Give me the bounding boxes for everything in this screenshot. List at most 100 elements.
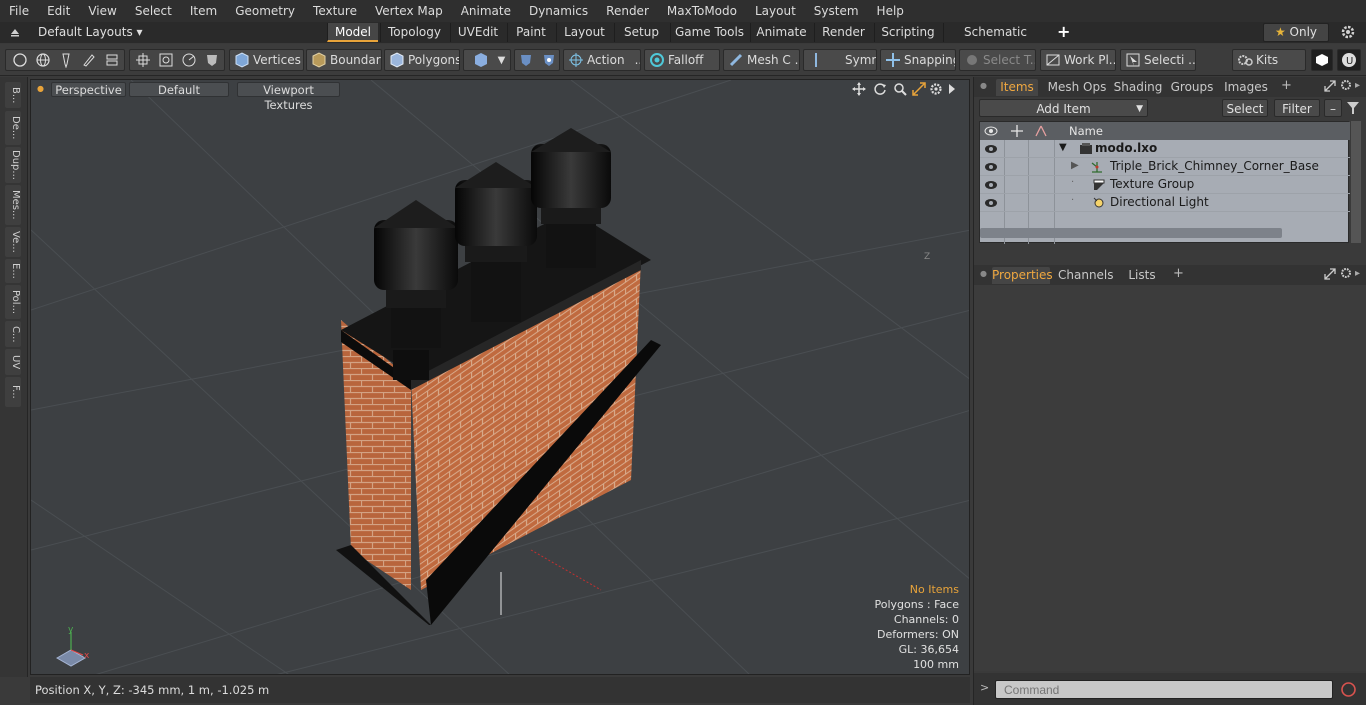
- viewport-expand-icon[interactable]: [947, 83, 957, 95]
- layout-selector[interactable]: Default Layouts ▾: [38, 25, 143, 39]
- list-item[interactable]: · Texture Group: [980, 176, 1350, 194]
- panel-menu-icon[interactable]: ▸: [1355, 80, 1360, 91]
- tab-paint[interactable]: Paint: [507, 23, 554, 42]
- layers-icon[interactable]: [104, 52, 120, 68]
- shield-check-icon[interactable]: [518, 52, 534, 68]
- pen-icon[interactable]: [58, 52, 74, 69]
- horizontal-scrollbar[interactable]: [980, 228, 1282, 238]
- command-input[interactable]: [995, 680, 1333, 699]
- tab-topology[interactable]: Topology: [380, 23, 448, 42]
- rotate-view-icon[interactable]: [873, 82, 887, 96]
- filter-button[interactable]: Filter: [1274, 99, 1320, 117]
- globe-icon[interactable]: [35, 52, 51, 68]
- menu-view[interactable]: View: [79, 4, 125, 18]
- only-button[interactable]: ★ Only: [1263, 23, 1329, 42]
- brush-icon[interactable]: [81, 52, 97, 68]
- viewport-dot-icon[interactable]: ●: [37, 84, 45, 93]
- tab-images[interactable]: Images: [1220, 79, 1272, 96]
- polygons-button[interactable]: Polygons: [384, 49, 460, 71]
- viewport-gear-icon[interactable]: [929, 82, 943, 96]
- menu-help[interactable]: Help: [868, 4, 913, 18]
- menu-item[interactable]: Item: [181, 4, 226, 18]
- select-through-button[interactable]: Select T...: [959, 49, 1036, 71]
- left-tab-edge[interactable]: E...: [5, 259, 21, 283]
- tab-layout[interactable]: Layout: [556, 23, 612, 42]
- work-plane-button[interactable]: Work Pl...: [1040, 49, 1116, 71]
- menu-animate[interactable]: Animate: [452, 4, 520, 18]
- panel-maximize-icon[interactable]: [1324, 80, 1336, 92]
- layout-up-icon[interactable]: [8, 25, 22, 39]
- viewport-textures-dropdown[interactable]: Viewport Textures: [237, 82, 340, 112]
- tab-uvedit[interactable]: UVEdit: [450, 23, 505, 42]
- pie-icon[interactable]: [181, 52, 197, 68]
- crosshair-icon[interactable]: [135, 52, 151, 68]
- menu-vertex-map[interactable]: Vertex Map: [366, 4, 452, 18]
- record-icon[interactable]: [1340, 681, 1357, 698]
- tab-groups[interactable]: Groups: [1168, 79, 1216, 96]
- tab-render[interactable]: Render: [814, 23, 872, 42]
- left-tab-polygon[interactable]: Pol...: [5, 285, 21, 319]
- list-item[interactable]: ▼ modo.lxo: [980, 140, 1350, 158]
- panel-gear-icon[interactable]: [1340, 79, 1352, 91]
- menu-texture[interactable]: Texture: [304, 4, 366, 18]
- action-button[interactable]: Action...: [563, 49, 641, 71]
- shading-dropdown[interactable]: Default: [129, 82, 229, 97]
- shield-gear-icon[interactable]: [541, 52, 557, 68]
- kits-button[interactable]: Kits: [1232, 49, 1306, 71]
- left-tab-mesh-edit[interactable]: Mes...: [5, 185, 21, 225]
- tab-model[interactable]: Model: [327, 23, 378, 42]
- tab-game-tools[interactable]: Game Tools: [670, 23, 748, 42]
- eye-icon[interactable]: [984, 179, 998, 191]
- unreal-icon[interactable]: U: [1337, 49, 1361, 71]
- add-tab-button[interactable]: +: [1057, 22, 1070, 41]
- eye-icon[interactable]: [984, 161, 998, 173]
- menu-dynamics[interactable]: Dynamics: [520, 4, 597, 18]
- tab-lists[interactable]: Lists: [1122, 267, 1162, 284]
- zoom-view-icon[interactable]: [893, 82, 907, 96]
- eye-icon[interactable]: [984, 197, 998, 209]
- left-tab-basic[interactable]: B...: [5, 82, 21, 108]
- menu-edit[interactable]: Edit: [38, 4, 79, 18]
- panel-maximize-icon[interactable]: [1324, 268, 1336, 280]
- tab-channels[interactable]: Channels: [1058, 267, 1114, 284]
- mesh-constraint-button[interactable]: Mesh C ...: [723, 49, 800, 71]
- selection-sets-button[interactable]: Selecti ...: [1120, 49, 1196, 71]
- name-column-header[interactable]: Name: [1069, 124, 1103, 138]
- snapping-button[interactable]: Snapping: [880, 49, 956, 71]
- list-options-icon[interactable]: –: [1324, 99, 1342, 117]
- menu-system[interactable]: System: [805, 4, 868, 18]
- menu-layout[interactable]: Layout: [746, 4, 805, 18]
- list-item[interactable]: ▶ Triple_Brick_Chimney_Corner_Base: [980, 158, 1350, 176]
- expand-down-icon[interactable]: ▼: [1059, 142, 1067, 153]
- falloff-button[interactable]: Falloff: [644, 49, 720, 71]
- move-view-icon[interactable]: [852, 82, 866, 96]
- boundary-button[interactable]: Boundary: [306, 49, 382, 71]
- shield-icon[interactable]: [204, 52, 220, 68]
- vertices-button[interactable]: Vertices: [229, 49, 304, 71]
- tab-schematic-fusion[interactable]: Schematic Fusion: [943, 23, 1047, 58]
- menu-file[interactable]: File: [0, 4, 38, 18]
- funnel-icon[interactable]: [1346, 101, 1360, 115]
- panel-gear-icon[interactable]: [1340, 267, 1352, 279]
- add-panel-tab-button[interactable]: +: [1281, 78, 1292, 93]
- panel-dot-icon[interactable]: ●: [980, 81, 987, 90]
- left-tab-duplicate[interactable]: Dup...: [5, 147, 21, 183]
- left-tab-curve[interactable]: C...: [5, 321, 21, 347]
- add-panel-tab-button[interactable]: +: [1173, 266, 1184, 281]
- panel-menu-icon[interactable]: ▸: [1355, 268, 1360, 279]
- fit-view-icon[interactable]: [912, 82, 926, 96]
- menu-render[interactable]: Render: [597, 4, 658, 18]
- list-item[interactable]: · Directional Light: [980, 194, 1350, 212]
- menu-maxtomodo[interactable]: MaxToModo: [658, 4, 746, 18]
- tab-properties[interactable]: Properties: [992, 267, 1053, 284]
- left-tab-vertex[interactable]: Ve...: [5, 227, 21, 257]
- tab-shading[interactable]: Shading: [1112, 79, 1164, 96]
- left-tab-deform[interactable]: De...: [5, 111, 21, 145]
- left-tab-fusion[interactable]: F...: [5, 377, 21, 407]
- tab-setup[interactable]: Setup: [614, 23, 668, 42]
- eye-icon[interactable]: [984, 143, 998, 155]
- panel-dot-icon[interactable]: ●: [980, 269, 987, 278]
- symmetry-button[interactable]: Symm ...: [803, 49, 877, 71]
- 3d-viewport[interactable]: y x ● Perspective Default Viewport Textu…: [30, 79, 970, 675]
- unity-icon[interactable]: [1311, 49, 1333, 71]
